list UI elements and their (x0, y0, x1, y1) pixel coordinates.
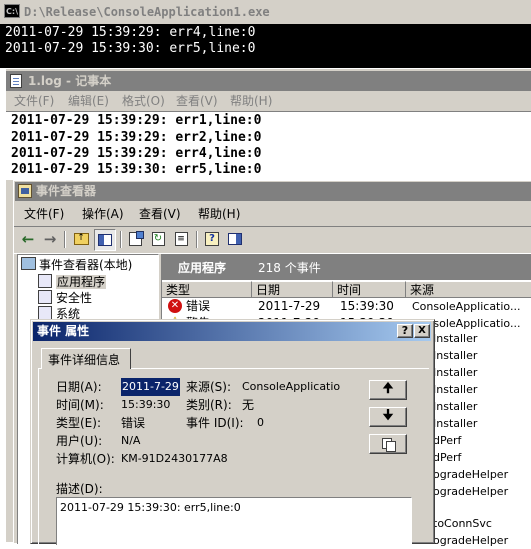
console-title: D:\Release\ConsoleApplication1.exe (24, 5, 270, 19)
tree-item-application[interactable]: 应用程序 (38, 274, 107, 290)
toolbar-separator (120, 231, 122, 248)
notepad-titlebar[interactable]: 1.log - 记事本 (6, 71, 531, 91)
properties-icon[interactable] (125, 229, 145, 249)
dialog-titlebar[interactable]: 事件 属性 ? X (33, 322, 431, 341)
eventviewer-app-icon (18, 184, 32, 198)
notepad-line: 2011-07-29 15:39:29: err4,line:0 (11, 146, 262, 161)
toolbar-separator (64, 231, 66, 248)
label-date: 日期(A): (56, 380, 102, 394)
notepad-menu-format[interactable]: 格式(O) (122, 92, 165, 110)
back-arrow-icon[interactable]: ← (18, 229, 38, 249)
console-line: 2011-07-29 15:39:30: err5,line:0 (5, 41, 256, 56)
label-time: 时间(M): (56, 398, 104, 412)
label-category: 类别(R): (186, 398, 232, 412)
notepad-menu-view[interactable]: 查看(V) (176, 92, 218, 110)
tree-item-label: 应用程序 (56, 275, 107, 289)
eventviewer-menu-file[interactable]: 文件(F) (24, 205, 64, 223)
list-header: 类型 日期 时间 来源 (162, 281, 531, 298)
copy-icon (382, 438, 396, 452)
eventviewer-menu-action[interactable]: 操作(A) (82, 205, 124, 223)
value-type: 错误 (121, 416, 146, 430)
value-user: N/A (121, 434, 141, 447)
row-type: 错误 (186, 299, 211, 313)
up-folder-icon[interactable]: ↑ (71, 229, 91, 249)
dialog-help-button[interactable]: ? (397, 324, 413, 338)
console-line: 2011-07-29 15:39:29: err4,line:0 (5, 25, 256, 40)
notepad-line: 2011-07-29 15:39:29: err1,line:0 (11, 113, 262, 128)
label-type: 类型(E): (56, 416, 101, 430)
label-event-id: 事件 ID(I): (186, 416, 244, 430)
event-log-icon (38, 290, 52, 304)
notepad-menubar: 文件(F) 编辑(E) 格式(O) 查看(V) 帮助(H) (6, 91, 531, 111)
dialog-close-button[interactable]: X (414, 324, 430, 338)
label-user: 用户(U): (56, 434, 103, 448)
show-hide-tree-icon[interactable] (94, 229, 116, 251)
notepad-app-icon (10, 74, 22, 88)
error-icon: ✕ (168, 299, 182, 313)
value-date[interactable]: 2011-7-29 (121, 378, 180, 396)
label-computer: 计算机(O): (56, 452, 115, 466)
notepad-menu-file[interactable]: 文件(F) (14, 92, 54, 110)
value-category: 无 (242, 398, 255, 412)
previous-event-button[interactable]: 🠉 (369, 380, 407, 400)
event-log-icon (38, 274, 52, 288)
computer-icon (21, 257, 36, 270)
tab-event-details[interactable]: 事件详细信息 (41, 348, 131, 369)
notepad-menu-help[interactable]: 帮助(H) (230, 92, 272, 110)
pane-header: 应用程序 218 个事件 (162, 254, 531, 280)
value-computer: KM-91D2430177A8 (121, 452, 228, 465)
tree-item-label: 安全性 (56, 291, 93, 305)
column-header-source[interactable]: 来源 (406, 281, 531, 298)
tree-root[interactable]: 事件查看器(本地) (21, 257, 132, 273)
console-window: C:\ D:\Release\ConsoleApplication1.exe 2… (0, 0, 531, 68)
description-text: 2011-07-29 15:39:30: err5,line:0 (60, 501, 241, 514)
refresh-icon[interactable]: ↻ (148, 229, 168, 249)
action-pane-icon[interactable] (225, 229, 245, 249)
copy-button[interactable] (369, 434, 407, 454)
tree-root-label: 事件查看器(本地) (39, 258, 133, 272)
value-source: ConsoleApplicatio (242, 380, 341, 393)
table-row[interactable]: ✕ 错误 2011-7-29 15:39:30 ConsoleApplicati… (162, 298, 531, 315)
toolbar-separator (196, 231, 198, 248)
tree-item-security[interactable]: 安全性 (38, 290, 92, 306)
eventviewer-menu-help[interactable]: 帮助(H) (198, 205, 240, 223)
arrow-down-icon: 🠋 (382, 408, 394, 423)
help-icon[interactable]: ? (202, 229, 222, 249)
description-box[interactable]: 2011-07-29 15:39:30: err5,line:0 (56, 497, 412, 545)
dialog-title: 事件 属性 (37, 324, 90, 338)
row-date: 2011-7-29 (258, 299, 321, 313)
tab-label: 事件详细信息 (48, 353, 121, 367)
notepad-menu-edit[interactable]: 编辑(E) (68, 92, 109, 110)
column-header-time[interactable]: 时间 (333, 281, 406, 298)
value-event-id: 0 (257, 416, 264, 429)
eventviewer-menubar: 文件(F) 操作(A) 查看(V) 帮助(H) (14, 203, 531, 223)
eventviewer-title: 事件查看器 (36, 184, 97, 198)
notepad-text-area[interactable]: 2011-07-29 15:39:29: err1,line:0 2011-07… (6, 111, 531, 180)
forward-arrow-icon[interactable]: → (40, 229, 60, 249)
pane-event-count: 218 个事件 (258, 261, 321, 275)
notepad-title: 1.log - 记事本 (28, 74, 112, 88)
column-header-type[interactable]: 类型 (162, 281, 252, 298)
event-properties-dialog: 事件 属性 ? X 事件详细信息 日期(A): 2011-7-29 来源(S):… (30, 319, 435, 545)
label-source: 来源(S): (186, 380, 232, 394)
export-list-icon[interactable]: ≡ (171, 229, 191, 249)
eventviewer-menu-view[interactable]: 查看(V) (139, 205, 181, 223)
eventviewer-toolbar: ← → ↑ ↻ ≡ ? (14, 226, 531, 254)
tab-panel: 日期(A): 2011-7-29 来源(S): ConsoleApplicati… (38, 368, 429, 545)
event-log-icon (38, 306, 52, 320)
console-app-icon: C:\ (4, 4, 20, 18)
next-event-button[interactable]: 🠋 (369, 407, 407, 427)
console-titlebar[interactable]: C:\ D:\Release\ConsoleApplication1.exe (0, 0, 531, 24)
row-time: 15:39:30 (340, 299, 394, 313)
notepad-line: 2011-07-29 15:39:29: err2,line:0 (11, 130, 262, 145)
arrow-up-icon: 🠉 (382, 381, 394, 396)
pane-title: 应用程序 (178, 261, 227, 275)
row-source: ConsoleApplicatio... (412, 300, 521, 313)
column-header-date[interactable]: 日期 (252, 281, 333, 298)
eventviewer-titlebar[interactable]: 事件查看器 (15, 182, 531, 201)
label-description: 描述(D): (56, 482, 103, 496)
notepad-line: 2011-07-29 15:39:30: err5,line:0 (11, 162, 262, 177)
value-time: 15:39:30 (121, 398, 171, 411)
